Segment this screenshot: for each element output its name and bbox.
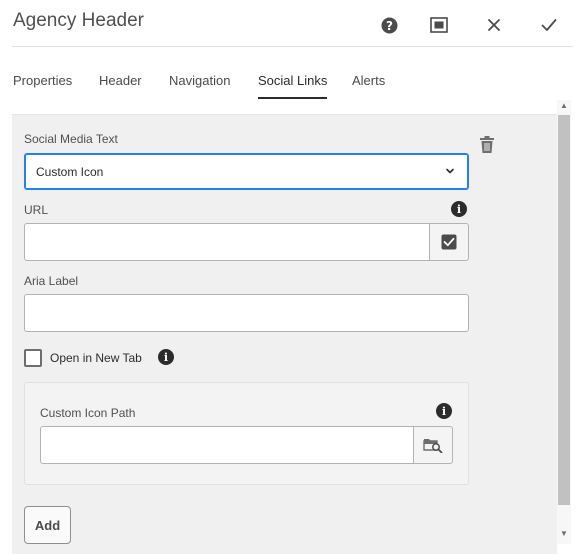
aria-label-label: Aria Label <box>24 274 79 288</box>
header-divider <box>12 46 573 47</box>
custom-icon-panel: Custom Icon Path i <box>24 382 469 485</box>
social-media-text-label: Social Media Text <box>24 132 118 146</box>
check-icon[interactable] <box>538 14 560 36</box>
close-icon[interactable] <box>483 14 505 36</box>
url-info-icon[interactable]: i <box>451 201 467 217</box>
open-new-tab-info-icon[interactable]: i <box>158 349 174 365</box>
aria-label-input[interactable] <box>24 294 469 332</box>
tab-header[interactable]: Header <box>99 73 142 88</box>
checkbox-checked-icon <box>441 234 457 250</box>
custom-icon-path-info-icon[interactable]: i <box>436 403 452 419</box>
social-media-text-value: Custom Icon <box>36 165 104 179</box>
tab-alerts[interactable]: Alerts <box>352 73 385 88</box>
folder-search-icon <box>423 439 443 453</box>
scrollbar-thumb[interactable] <box>558 115 570 505</box>
social-links-panel: Social Media Text Custom Icon URL i Aria… <box>12 114 557 554</box>
open-new-tab-checkbox[interactable] <box>24 349 42 367</box>
dialog-header: Agency Header ? <box>0 0 587 48</box>
tab-list: Properties Header Navigation Social Link… <box>0 62 587 100</box>
url-input[interactable] <box>24 223 430 261</box>
custom-icon-path-input[interactable] <box>40 426 414 464</box>
help-icon[interactable]: ? <box>378 14 400 36</box>
scroll-up-arrow-icon[interactable]: ▲ <box>560 101 568 110</box>
svg-text:?: ? <box>386 19 393 33</box>
tab-social-links[interactable]: Social Links <box>258 73 328 99</box>
trash-icon[interactable] <box>479 136 495 154</box>
url-validate-button[interactable] <box>430 223 469 261</box>
scroll-down-arrow-icon[interactable]: ▼ <box>560 529 568 538</box>
social-media-text-select[interactable]: Custom Icon <box>24 153 469 190</box>
custom-icon-path-label: Custom Icon Path <box>40 406 136 420</box>
url-label: URL <box>24 203 49 217</box>
add-button[interactable]: Add <box>24 506 71 544</box>
browse-button[interactable] <box>414 426 453 464</box>
chevron-down-icon <box>446 168 454 174</box>
tab-properties[interactable]: Properties <box>13 73 72 88</box>
fullscreen-icon[interactable] <box>428 14 450 36</box>
dialog-title: Agency Header <box>13 10 144 31</box>
tab-navigation[interactable]: Navigation <box>169 73 230 88</box>
open-new-tab-label[interactable]: Open in New Tab <box>50 351 142 365</box>
